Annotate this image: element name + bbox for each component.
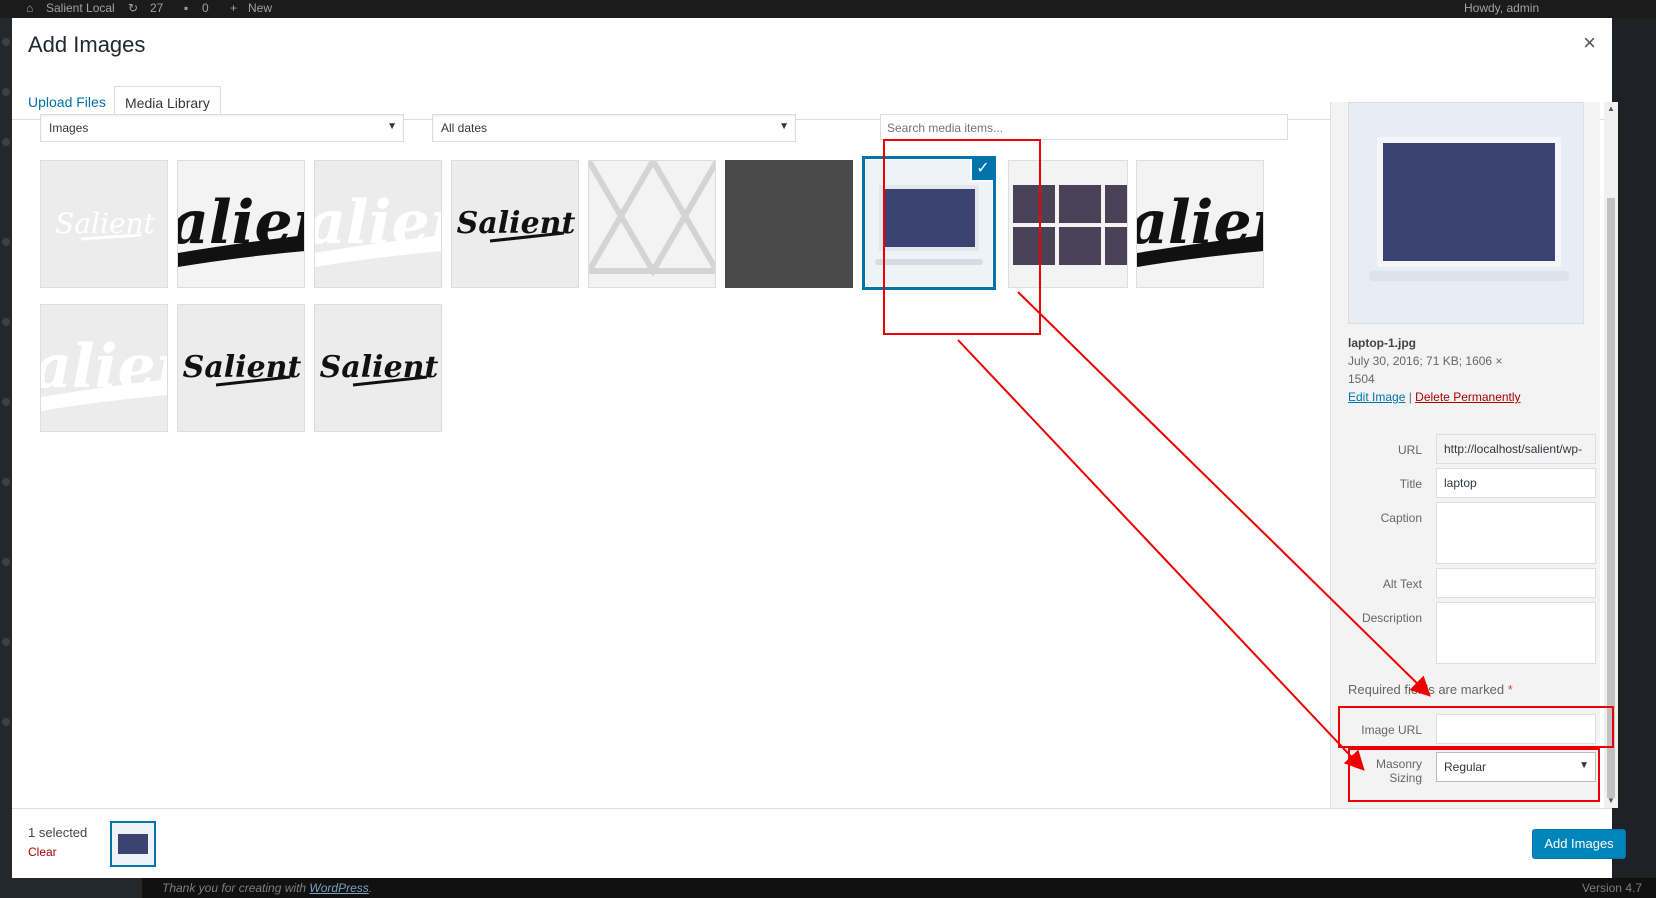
- annotation-arrows: [957, 291, 1431, 771]
